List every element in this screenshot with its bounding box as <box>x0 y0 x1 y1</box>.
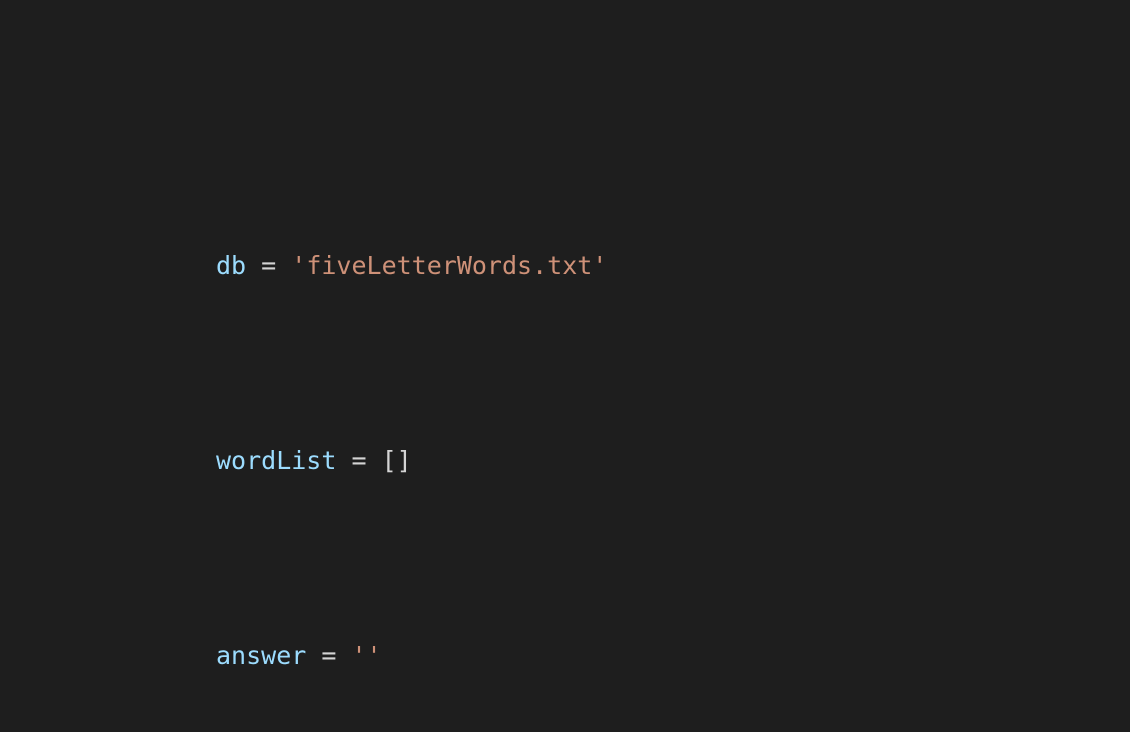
variable-db: db <box>216 251 246 280</box>
operator-assign: = <box>306 641 351 670</box>
code-line: answer = '' <box>216 636 1130 675</box>
code-editor[interactable]: db = 'fiveLetterWords.txt' wordList = []… <box>0 0 1130 732</box>
string-literal: 'fiveLetterWords.txt' <box>291 251 607 280</box>
code-line: db = 'fiveLetterWords.txt' <box>216 246 1130 285</box>
variable-answer: answer <box>216 641 306 670</box>
operator-assign: = <box>246 251 291 280</box>
string-literal: '' <box>351 641 381 670</box>
code-line: wordList = [] <box>216 441 1130 480</box>
brackets: [] <box>382 446 412 475</box>
variable-wordlist: wordList <box>216 446 336 475</box>
operator-assign: = <box>336 446 381 475</box>
